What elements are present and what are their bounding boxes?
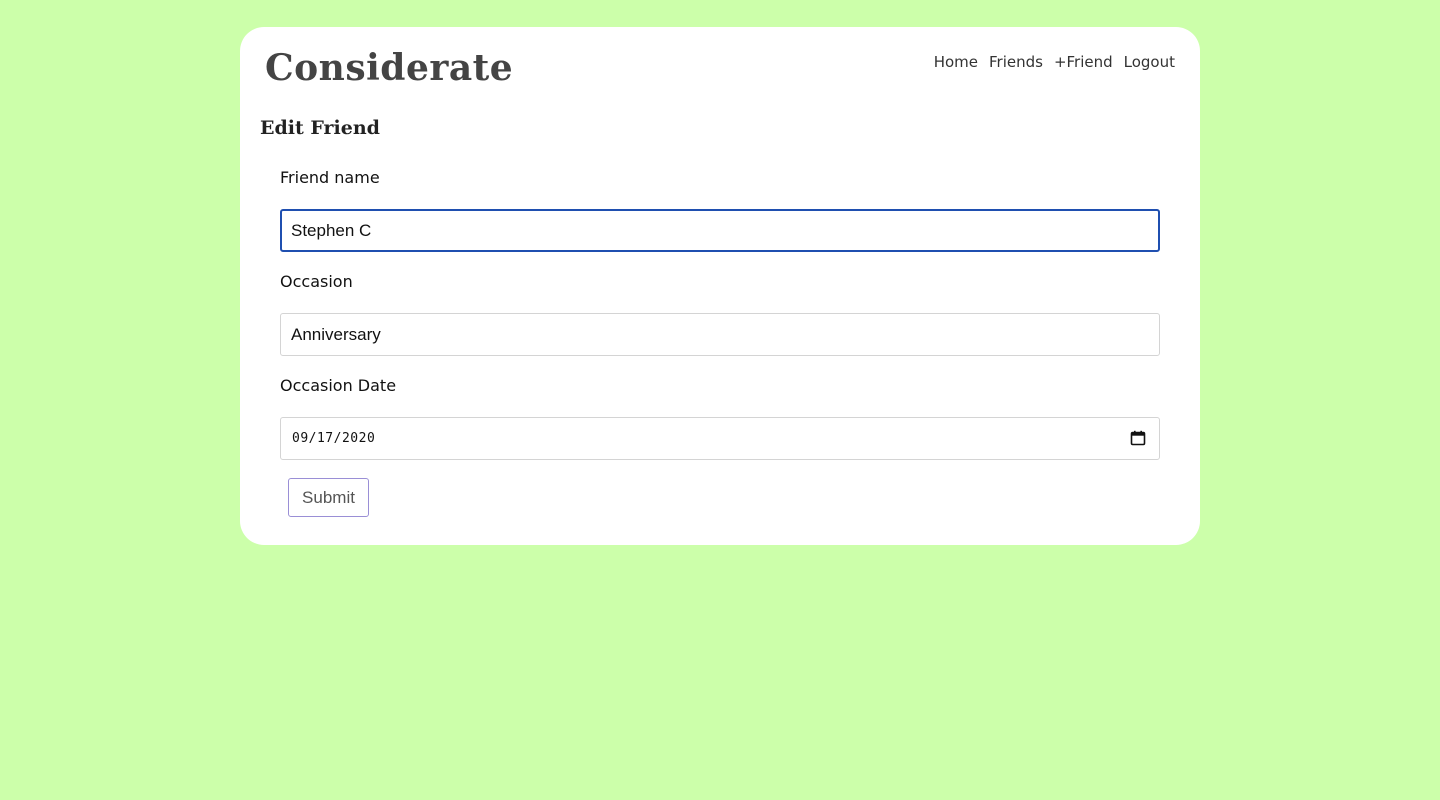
nav-friends-link[interactable]: Friends <box>989 53 1043 71</box>
top-nav: Home Friends +Friend Logout <box>934 53 1175 71</box>
submit-button[interactable]: Submit <box>288 478 369 517</box>
nav-add-friend-link[interactable]: +Friend <box>1054 53 1113 71</box>
page-title: Edit Friend <box>260 117 380 139</box>
friend-name-label: Friend name <box>280 168 380 187</box>
calendar-icon[interactable] <box>1130 430 1146 446</box>
occasion-date-value: 09/17/2020 <box>292 431 376 446</box>
friend-name-input[interactable] <box>280 209 1160 252</box>
main-card: Considerate Home Friends +Friend Logout … <box>240 27 1200 545</box>
occasion-input[interactable] <box>280 313 1160 356</box>
occasion-date-label: Occasion Date <box>280 376 397 395</box>
occasion-label: Occasion <box>280 272 353 291</box>
nav-logout-link[interactable]: Logout <box>1124 53 1175 71</box>
page: Considerate Home Friends +Friend Logout … <box>0 0 1440 800</box>
occasion-date-input[interactable]: 09/17/2020 <box>280 417 1160 460</box>
nav-home-link[interactable]: Home <box>934 53 978 71</box>
brand-logo[interactable]: Considerate <box>265 47 513 89</box>
